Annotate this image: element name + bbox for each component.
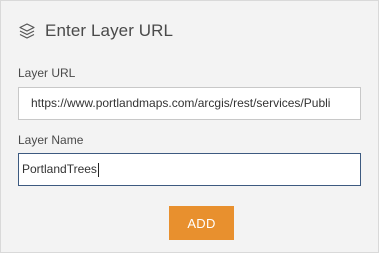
add-button[interactable]: ADD <box>169 206 234 240</box>
layer-url-value: https://www.portlandmaps.com/arcgis/rest… <box>31 96 331 110</box>
add-layer-panel: Enter Layer URL Layer URL https://www.po… <box>0 0 379 253</box>
layer-name-input[interactable]: PortlandTrees <box>18 153 361 186</box>
panel-header: Enter Layer URL <box>18 21 173 41</box>
panel-title: Enter Layer URL <box>45 21 174 40</box>
layer-name-label: Layer Name <box>18 133 84 147</box>
layer-url-input[interactable]: https://www.portlandmaps.com/arcgis/rest… <box>18 87 361 120</box>
layers-icon <box>18 22 36 40</box>
text-caret <box>97 162 99 177</box>
layer-name-text: PortlandTrees <box>22 154 99 185</box>
layer-url-label: Layer URL <box>18 66 76 80</box>
layer-name-value: PortlandTrees <box>22 162 97 176</box>
